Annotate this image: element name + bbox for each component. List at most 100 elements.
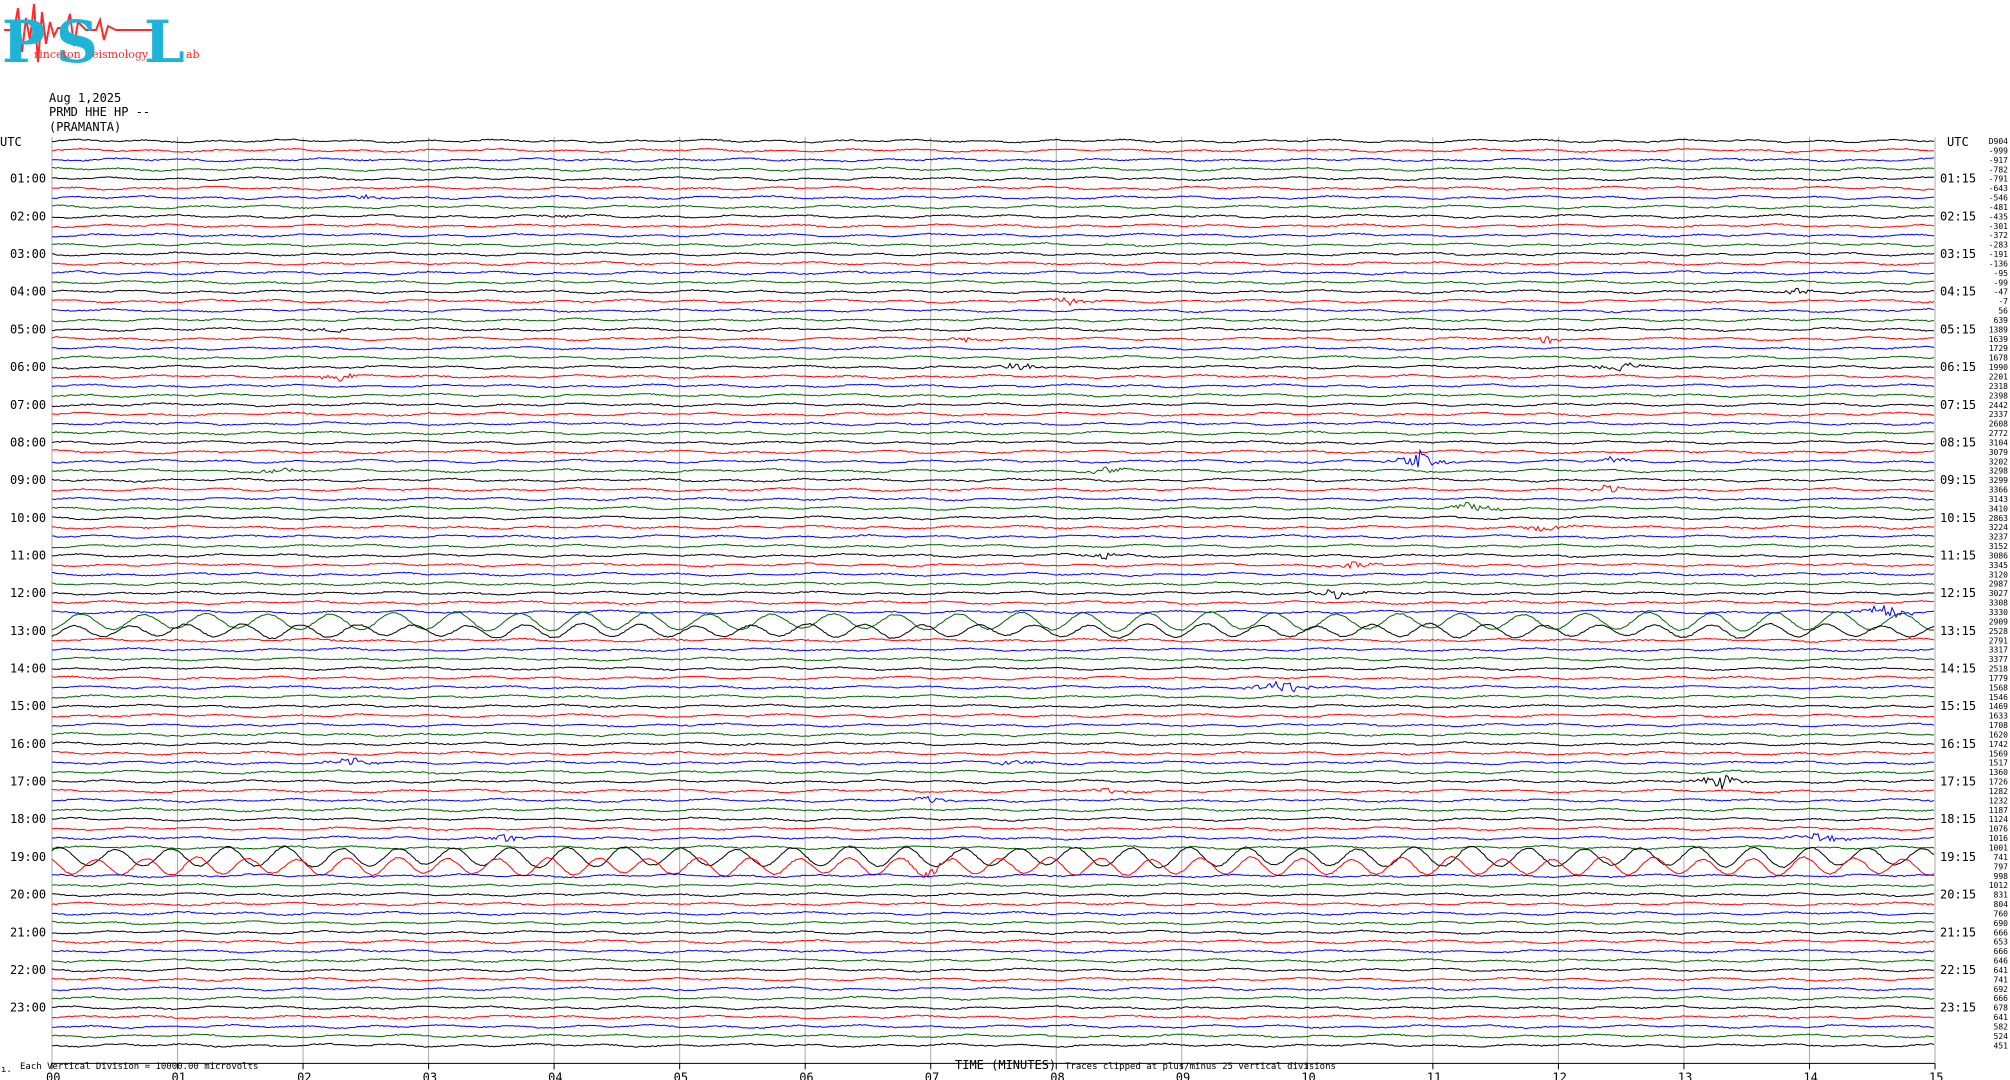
trace-row bbox=[51, 392, 1935, 399]
trace-row bbox=[51, 910, 1935, 917]
trace-row bbox=[52, 515, 1935, 521]
trace-row bbox=[51, 1014, 1935, 1020]
row-offset-label: 1517 bbox=[1989, 759, 2008, 768]
row-offset-label: -136 bbox=[1989, 259, 2008, 268]
right-hour-label: 15:15 bbox=[1940, 699, 1976, 713]
row-offset-labels: D904-999-917-782-791-643-546-481-435-301… bbox=[1989, 137, 2008, 1050]
trace-row bbox=[52, 571, 1935, 577]
trace-row bbox=[51, 703, 1934, 709]
row-offset-label: 1678 bbox=[1989, 354, 2008, 363]
trace-row bbox=[51, 929, 1935, 935]
trace-row bbox=[51, 807, 1935, 813]
row-offset-label: 1639 bbox=[1989, 335, 2008, 344]
utc-label-left: UTC bbox=[0, 135, 22, 149]
right-hour-label: 20:15 bbox=[1940, 888, 1976, 902]
row-offset-label: 1620 bbox=[1989, 730, 2008, 739]
left-hour-label: 11:00 bbox=[10, 548, 46, 562]
row-offset-label: 2608 bbox=[1989, 420, 2008, 429]
left-hour-label: 15:00 bbox=[10, 699, 46, 713]
trace-row bbox=[51, 362, 1935, 372]
right-hour-label: 09:15 bbox=[1940, 473, 1976, 487]
row-offset-label: 3027 bbox=[1989, 589, 2008, 598]
left-hour-label: 01:00 bbox=[10, 172, 46, 186]
row-offset-label: -99 bbox=[1994, 278, 2009, 287]
row-offset-label: 1469 bbox=[1989, 702, 2008, 711]
trace-row bbox=[51, 402, 1935, 408]
trace-row bbox=[51, 147, 1935, 154]
row-offset-label: 1726 bbox=[1989, 778, 2008, 787]
row-offset-label: 741 bbox=[1994, 853, 2009, 862]
trace-row bbox=[51, 372, 1935, 383]
trace-row bbox=[51, 204, 1935, 210]
row-offset-label: 1569 bbox=[1989, 749, 2008, 758]
clip-note: Traces clipped at plus/minus 25 vertical… bbox=[1065, 1062, 1336, 1072]
right-hour-label: 16:15 bbox=[1940, 737, 1976, 751]
trace-row bbox=[51, 599, 1935, 606]
row-offset-label: 692 bbox=[1994, 985, 2009, 994]
row-offset-label: 2909 bbox=[1989, 617, 2008, 626]
trace-row bbox=[51, 757, 1934, 766]
right-hour-label: 19:15 bbox=[1940, 850, 1976, 864]
row-offset-label: 1360 bbox=[1989, 768, 2008, 777]
right-hour-label: 05:15 bbox=[1940, 322, 1976, 336]
row-offset-label: 3120 bbox=[1989, 570, 2008, 579]
trace-row bbox=[51, 901, 1935, 907]
trace-row bbox=[51, 665, 1935, 672]
trace-lines bbox=[51, 138, 1935, 1048]
left-hour-label: 18:00 bbox=[10, 812, 46, 826]
row-offset-label: 2398 bbox=[1989, 391, 2008, 400]
row-offset-label: 666 bbox=[1994, 928, 2009, 937]
trace-row bbox=[51, 892, 1935, 898]
trace-row bbox=[51, 296, 1935, 307]
right-hour-label: 11:15 bbox=[1940, 548, 1976, 562]
right-hour-label: 17:15 bbox=[1940, 775, 1976, 789]
row-offset-label: 1779 bbox=[1989, 674, 2008, 683]
row-offset-label: 3317 bbox=[1989, 646, 2008, 655]
trace-row bbox=[52, 213, 1935, 220]
row-offset-label: 3224 bbox=[1989, 523, 2008, 532]
row-offset-label: 1568 bbox=[1989, 683, 2008, 692]
row-offset-label: 1990 bbox=[1989, 363, 2008, 372]
left-hour-label: 19:00 bbox=[10, 850, 46, 864]
row-offset-label: 2987 bbox=[1989, 580, 2008, 589]
left-hour-label: 08:00 bbox=[10, 435, 46, 449]
trace-row bbox=[51, 622, 1935, 640]
right-hour-label: 22:15 bbox=[1940, 963, 1976, 977]
trace-row bbox=[51, 279, 1935, 285]
right-hour-label: 21:15 bbox=[1940, 925, 1976, 939]
right-hour-labels: 01:15 02:15 03:15 04:15 05:15 06:15 07:15 08:15… bbox=[1940, 172, 1976, 1015]
header-station: PRMD HHE HP -- bbox=[49, 105, 150, 119]
trace-row bbox=[51, 1023, 1935, 1030]
row-offset-label: 1282 bbox=[1989, 787, 2008, 796]
row-offset-label: 1016 bbox=[1989, 834, 2008, 843]
trace-row bbox=[51, 795, 1935, 804]
trace-row bbox=[51, 825, 1935, 832]
trace-row bbox=[51, 484, 1935, 493]
right-hour-label: 02:15 bbox=[1940, 209, 1976, 223]
trace-row bbox=[51, 647, 1935, 653]
trace-row bbox=[51, 920, 1935, 926]
logo-word-eismology: eismology bbox=[92, 48, 149, 61]
row-offset-label: 56 bbox=[1998, 307, 2008, 316]
trace-row bbox=[51, 656, 1935, 662]
trace-row bbox=[51, 411, 1935, 417]
trace-row bbox=[51, 1005, 1935, 1011]
trace-row bbox=[51, 637, 1935, 643]
trace-row bbox=[51, 448, 1935, 468]
row-offset-label: -301 bbox=[1989, 222, 2008, 231]
trace-row bbox=[51, 694, 1935, 700]
trace-row bbox=[51, 307, 1935, 314]
trace-row bbox=[51, 241, 1935, 248]
row-offset-label: 3086 bbox=[1989, 551, 2008, 560]
right-hour-label: 14:15 bbox=[1940, 662, 1976, 676]
row-offset-label: -999 bbox=[1989, 146, 2008, 155]
row-offset-label: 641 bbox=[1994, 1013, 2009, 1022]
trace-row bbox=[51, 501, 1935, 512]
trace-row bbox=[51, 176, 1935, 182]
right-hour-label: 08:15 bbox=[1940, 435, 1976, 449]
row-offset-label: 3202 bbox=[1989, 457, 2008, 466]
row-offset-label: 2791 bbox=[1989, 636, 2008, 645]
trace-row bbox=[51, 731, 1935, 738]
row-offset-label: 1001 bbox=[1989, 844, 2008, 853]
row-offset-label: 2518 bbox=[1989, 665, 2008, 674]
